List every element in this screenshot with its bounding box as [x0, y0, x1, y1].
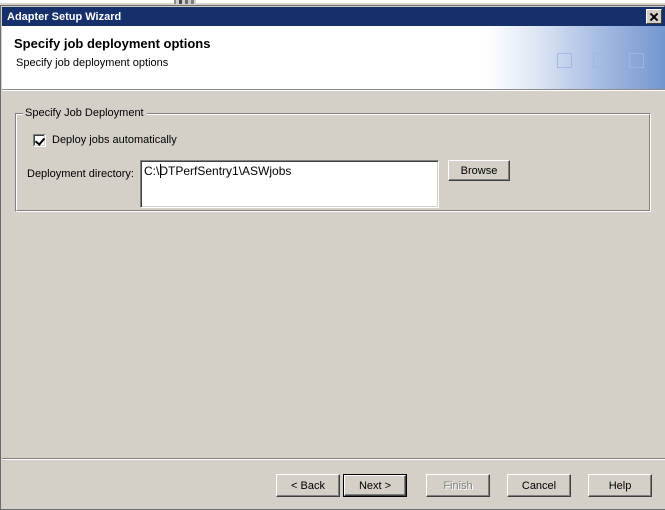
decorative-square-3-icon: [629, 53, 644, 68]
deployment-directory-input[interactable]: C:\DTPerfSentry1\ASWjobs: [140, 160, 439, 208]
wizard-header: Specify job deployment options Specify j…: [2, 26, 665, 89]
screen: Adapter Setup Wizard Specify job deploym…: [0, 0, 665, 510]
titlebar[interactable]: Adapter Setup Wizard: [2, 7, 665, 26]
specify-job-deployment-groupbox: Specify Job Deployment Deploy jobs autom…: [15, 107, 651, 212]
footer-button-bar: < Back Next > Finish Cancel Help: [2, 460, 665, 509]
window-title: Adapter Setup Wizard: [7, 10, 122, 23]
cancel-button[interactable]: Cancel: [507, 474, 571, 497]
deploy-jobs-automatically-checkbox[interactable]: [33, 133, 46, 147]
page-subtitle: Specify job deployment options: [16, 57, 169, 69]
finish-button: Finish: [426, 474, 490, 497]
deploy-jobs-automatically-row[interactable]: Deploy jobs automatically: [33, 133, 177, 147]
deployment-directory-label: Deployment directory:: [27, 168, 134, 180]
deploy-jobs-automatically-label: Deploy jobs automatically: [52, 134, 177, 146]
adapter-setup-wizard-window: Adapter Setup Wizard Specify job deploym…: [0, 5, 665, 510]
decorative-square-1-icon: [557, 53, 572, 68]
close-icon[interactable]: [646, 9, 662, 24]
help-button[interactable]: Help: [588, 474, 652, 497]
next-button-label: Next >: [344, 475, 406, 496]
page-title: Specify job deployment options: [14, 36, 211, 51]
background-window-glyph: [174, 0, 196, 4]
header-squares-decoration: [557, 52, 657, 70]
content-pane: Specify Job Deployment Deploy jobs autom…: [2, 91, 665, 458]
deployment-directory-value: C:\DTPerfSentry1\ASWjobs: [144, 164, 292, 178]
browse-button[interactable]: Browse: [448, 160, 510, 181]
next-button[interactable]: Next >: [343, 474, 407, 497]
groupbox-legend: Specify Job Deployment: [23, 107, 147, 119]
back-button[interactable]: < Back: [276, 474, 340, 497]
decorative-square-2-icon: [593, 53, 608, 68]
text-caret: [160, 164, 161, 178]
